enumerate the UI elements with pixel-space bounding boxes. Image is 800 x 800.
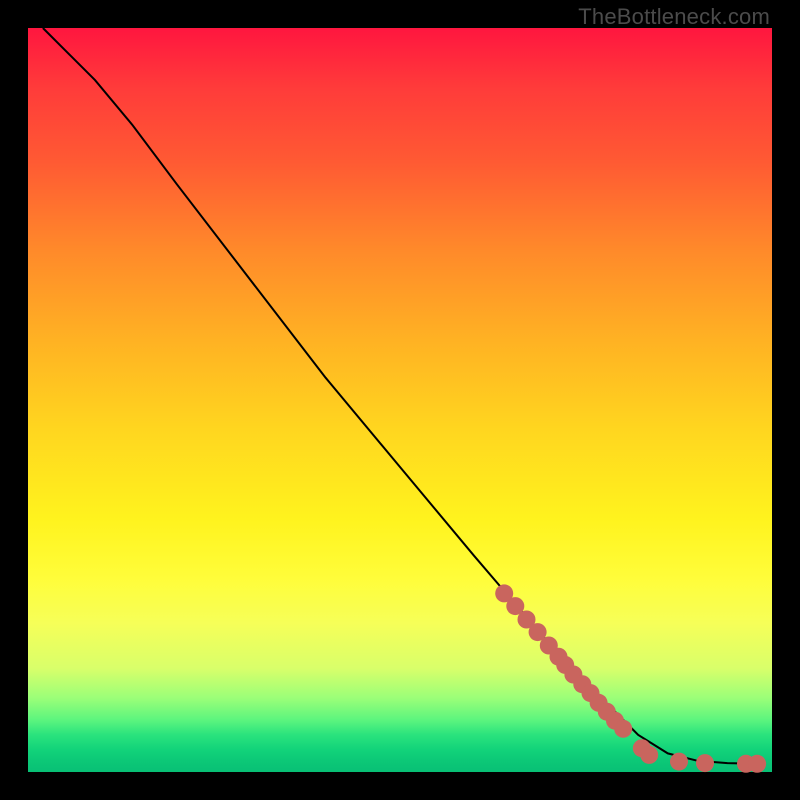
data-dot bbox=[670, 753, 688, 771]
chart-frame: TheBottleneck.com bbox=[0, 0, 800, 800]
data-dot bbox=[640, 746, 658, 764]
chart-overlay bbox=[0, 0, 800, 800]
data-dot bbox=[748, 755, 766, 773]
bottleneck-curve bbox=[43, 28, 757, 764]
data-dot bbox=[614, 720, 632, 738]
data-dot bbox=[696, 754, 714, 772]
